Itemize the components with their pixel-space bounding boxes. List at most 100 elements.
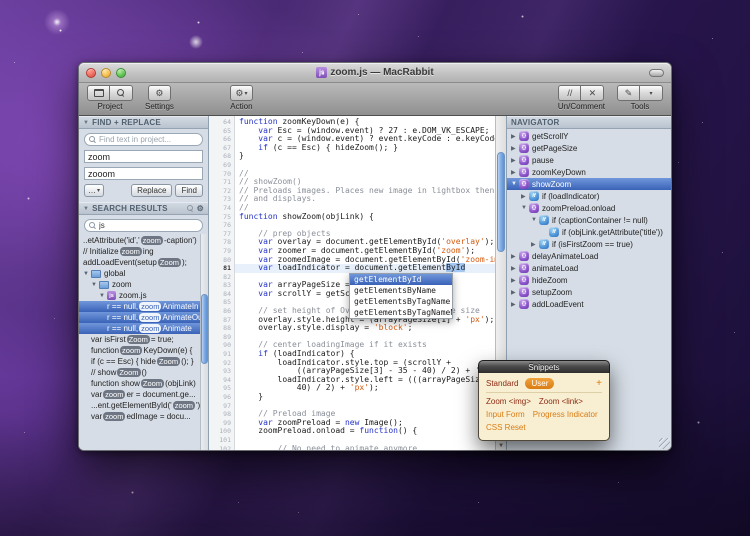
- action-button[interactable]: ⚙ ▾: [230, 85, 253, 101]
- code-line[interactable]: overlay.style.display = 'block';: [235, 324, 495, 333]
- navigator-item[interactable]: ifif (objLink.getAttribute('title')): [507, 226, 671, 238]
- code-line[interactable]: 40) / 2) + 'px');: [235, 384, 495, 393]
- disclosure-triangle-icon[interactable]: ▶: [511, 253, 517, 260]
- search-result-row[interactable]: // showZoom(): [79, 367, 208, 378]
- search-result-row[interactable]: function zoomKeyDown(e) {: [79, 345, 208, 356]
- settings-button[interactable]: ⚙: [148, 85, 171, 101]
- find-button[interactable]: Find: [175, 184, 203, 197]
- disclosure-triangle-icon[interactable]: ▶: [531, 241, 537, 248]
- search-result-row[interactable]: ...ent.getElementById('zoom'): [79, 400, 208, 411]
- snippet-item[interactable]: Zoom <link>: [539, 397, 583, 406]
- code-line[interactable]: // No need to animate anymore: [235, 445, 495, 450]
- search-result-row[interactable]: // Initialize zooming: [79, 246, 208, 257]
- project-search-input[interactable]: [99, 135, 198, 144]
- zoom-window-button[interactable]: [116, 68, 126, 78]
- resize-grip[interactable]: [659, 438, 670, 449]
- code-line[interactable]: function showZoom(objLink) {: [235, 213, 495, 222]
- code-line[interactable]: }: [235, 152, 495, 161]
- navigator-item[interactable]: ▶ifif (isFirstZoom == true): [507, 238, 671, 250]
- code-line[interactable]: // and displays.: [235, 195, 495, 204]
- search-result-row[interactable]: var isFirstZoom = true;: [79, 334, 208, 345]
- navigator-item[interactable]: ▶{}animateLoad: [507, 262, 671, 274]
- tools-menu-button[interactable]: ▾: [640, 85, 663, 101]
- navigator-item[interactable]: ▶{}zoomKeyDown: [507, 166, 671, 178]
- toolbar-toggle-button[interactable]: [649, 69, 664, 77]
- code-line[interactable]: }: [235, 393, 495, 402]
- navigator-item[interactable]: ▶{}setupZoom: [507, 286, 671, 298]
- search-result-row[interactable]: ▼global: [79, 268, 208, 279]
- results-filter-input[interactable]: [99, 221, 198, 230]
- navigator-item[interactable]: ▶{}getScrollY: [507, 130, 671, 142]
- search-result-row[interactable]: ..etAttribute('id','zoom-caption'): [79, 235, 208, 246]
- code-line[interactable]: if (c == Esc) { hideZoom(); }: [235, 144, 495, 153]
- disclosure-triangle-icon[interactable]: ▶: [511, 301, 517, 308]
- disclosure-triangle-icon[interactable]: ▼: [99, 293, 105, 299]
- editor-scrollbar-thumb[interactable]: [497, 152, 505, 252]
- disclosure-triangle-icon[interactable]: ▶: [511, 145, 517, 152]
- search-result-row[interactable]: r == null, zoomAnimate: [79, 323, 208, 334]
- disclosure-triangle-icon[interactable]: ▼: [91, 282, 97, 288]
- search-result-row[interactable]: var zoomedImage = docu...: [79, 411, 208, 422]
- disclosure-triangle-icon[interactable]: ▶: [521, 193, 527, 200]
- comment-button[interactable]: //: [558, 85, 581, 101]
- search-result-row[interactable]: r == null, zoomAnimateIn: [79, 301, 208, 312]
- code-line[interactable]: [235, 161, 495, 170]
- search-icon[interactable]: [187, 205, 194, 212]
- search-result-row[interactable]: ▼jszoom.js: [79, 290, 208, 301]
- navigator-item[interactable]: ▼ifif (captionContainer != null): [507, 214, 671, 226]
- search-result-row[interactable]: ▼zoom: [79, 279, 208, 290]
- disclosure-triangle-icon[interactable]: ▶: [511, 133, 517, 140]
- disclosure-triangle-icon[interactable]: ▶: [511, 169, 517, 176]
- find-options-button[interactable]: … ▾: [84, 184, 104, 197]
- snippet-item[interactable]: Zoom <img>: [486, 397, 531, 406]
- navigator-item[interactable]: ▼{}showZoom: [507, 178, 671, 190]
- autocomplete-item[interactable]: getElementById: [350, 274, 452, 285]
- autocomplete-item[interactable]: getElementsByTagName: [350, 296, 452, 307]
- navigator-item[interactable]: ▶{}getPageSize: [507, 142, 671, 154]
- disclosure-triangle-icon[interactable]: ▼: [511, 181, 517, 187]
- navigator-item[interactable]: ▶ifif (loadIndicator): [507, 190, 671, 202]
- search-results-header[interactable]: ▼ SEARCH RESULTS ⚙: [79, 202, 208, 215]
- gear-icon[interactable]: ⚙: [197, 204, 204, 213]
- project-button[interactable]: [87, 85, 110, 101]
- disclosure-triangle-icon[interactable]: ▶: [511, 265, 517, 272]
- search-result-row[interactable]: var zoomer = document.ge...: [79, 389, 208, 400]
- scroll-down-icon[interactable]: ▼: [496, 442, 506, 449]
- navigator-header[interactable]: NAVIGATOR: [507, 116, 671, 129]
- snippets-tab-user[interactable]: User: [525, 378, 554, 389]
- snippets-titlebar[interactable]: Snippets: [478, 360, 610, 373]
- disclosure-triangle-icon[interactable]: ▼: [521, 205, 527, 211]
- navigator-item[interactable]: ▶{}addLoadEvent: [507, 298, 671, 310]
- disclosure-triangle-icon[interactable]: ▼: [83, 271, 89, 277]
- navigator-item[interactable]: ▶{}pause: [507, 154, 671, 166]
- navigator-item[interactable]: ▼{}zoomPreload.onload: [507, 202, 671, 214]
- search-result-row[interactable]: if (c == Esc) { hideZoom(); }: [79, 356, 208, 367]
- search-result-row[interactable]: r == null, zoomAnimateOut: [79, 312, 208, 323]
- minimize-button[interactable]: [101, 68, 111, 78]
- disclosure-triangle-icon[interactable]: ▶: [511, 277, 517, 284]
- uncomment-button[interactable]: ✕: [581, 85, 604, 101]
- snippets-tab-standard[interactable]: Standard: [486, 379, 518, 388]
- find-input[interactable]: [84, 150, 203, 163]
- tools-button[interactable]: ✎: [617, 85, 640, 101]
- autocomplete-item[interactable]: getElementsByName: [350, 285, 452, 296]
- snippet-item[interactable]: CSS Reset: [486, 423, 526, 432]
- navigator-item[interactable]: ▶{}delayAnimateLoad: [507, 250, 671, 262]
- disclosure-triangle-icon[interactable]: ▶: [511, 289, 517, 296]
- replace-input[interactable]: [84, 167, 203, 180]
- search-result-row[interactable]: function showZoom(objLink): [79, 378, 208, 389]
- snippet-item[interactable]: Progress Indicator: [533, 410, 598, 419]
- code-editor[interactable]: 6465666768697071727374757677787980818283…: [209, 116, 506, 450]
- close-button[interactable]: [86, 68, 96, 78]
- window-titlebar[interactable]: js zoom.js — MacRabbit: [79, 63, 671, 83]
- code-line[interactable]: zoomPreload.onload = function() {: [235, 427, 495, 436]
- results-scrollbar-thumb[interactable]: [201, 294, 208, 364]
- code-line[interactable]: var loadIndicator = document.getElementB…: [235, 264, 495, 273]
- results-scrollbar[interactable]: [200, 234, 208, 450]
- navigator-item[interactable]: ▶{}hideZoom: [507, 274, 671, 286]
- project-search-button[interactable]: [110, 85, 133, 101]
- disclosure-triangle-icon[interactable]: ▼: [531, 217, 537, 223]
- autocomplete-item[interactable]: getElementsByTagNameNS: [350, 307, 452, 318]
- disclosure-triangle-icon[interactable]: ▶: [511, 157, 517, 164]
- search-result-row[interactable]: addLoadEvent(setupZoom);: [79, 257, 208, 268]
